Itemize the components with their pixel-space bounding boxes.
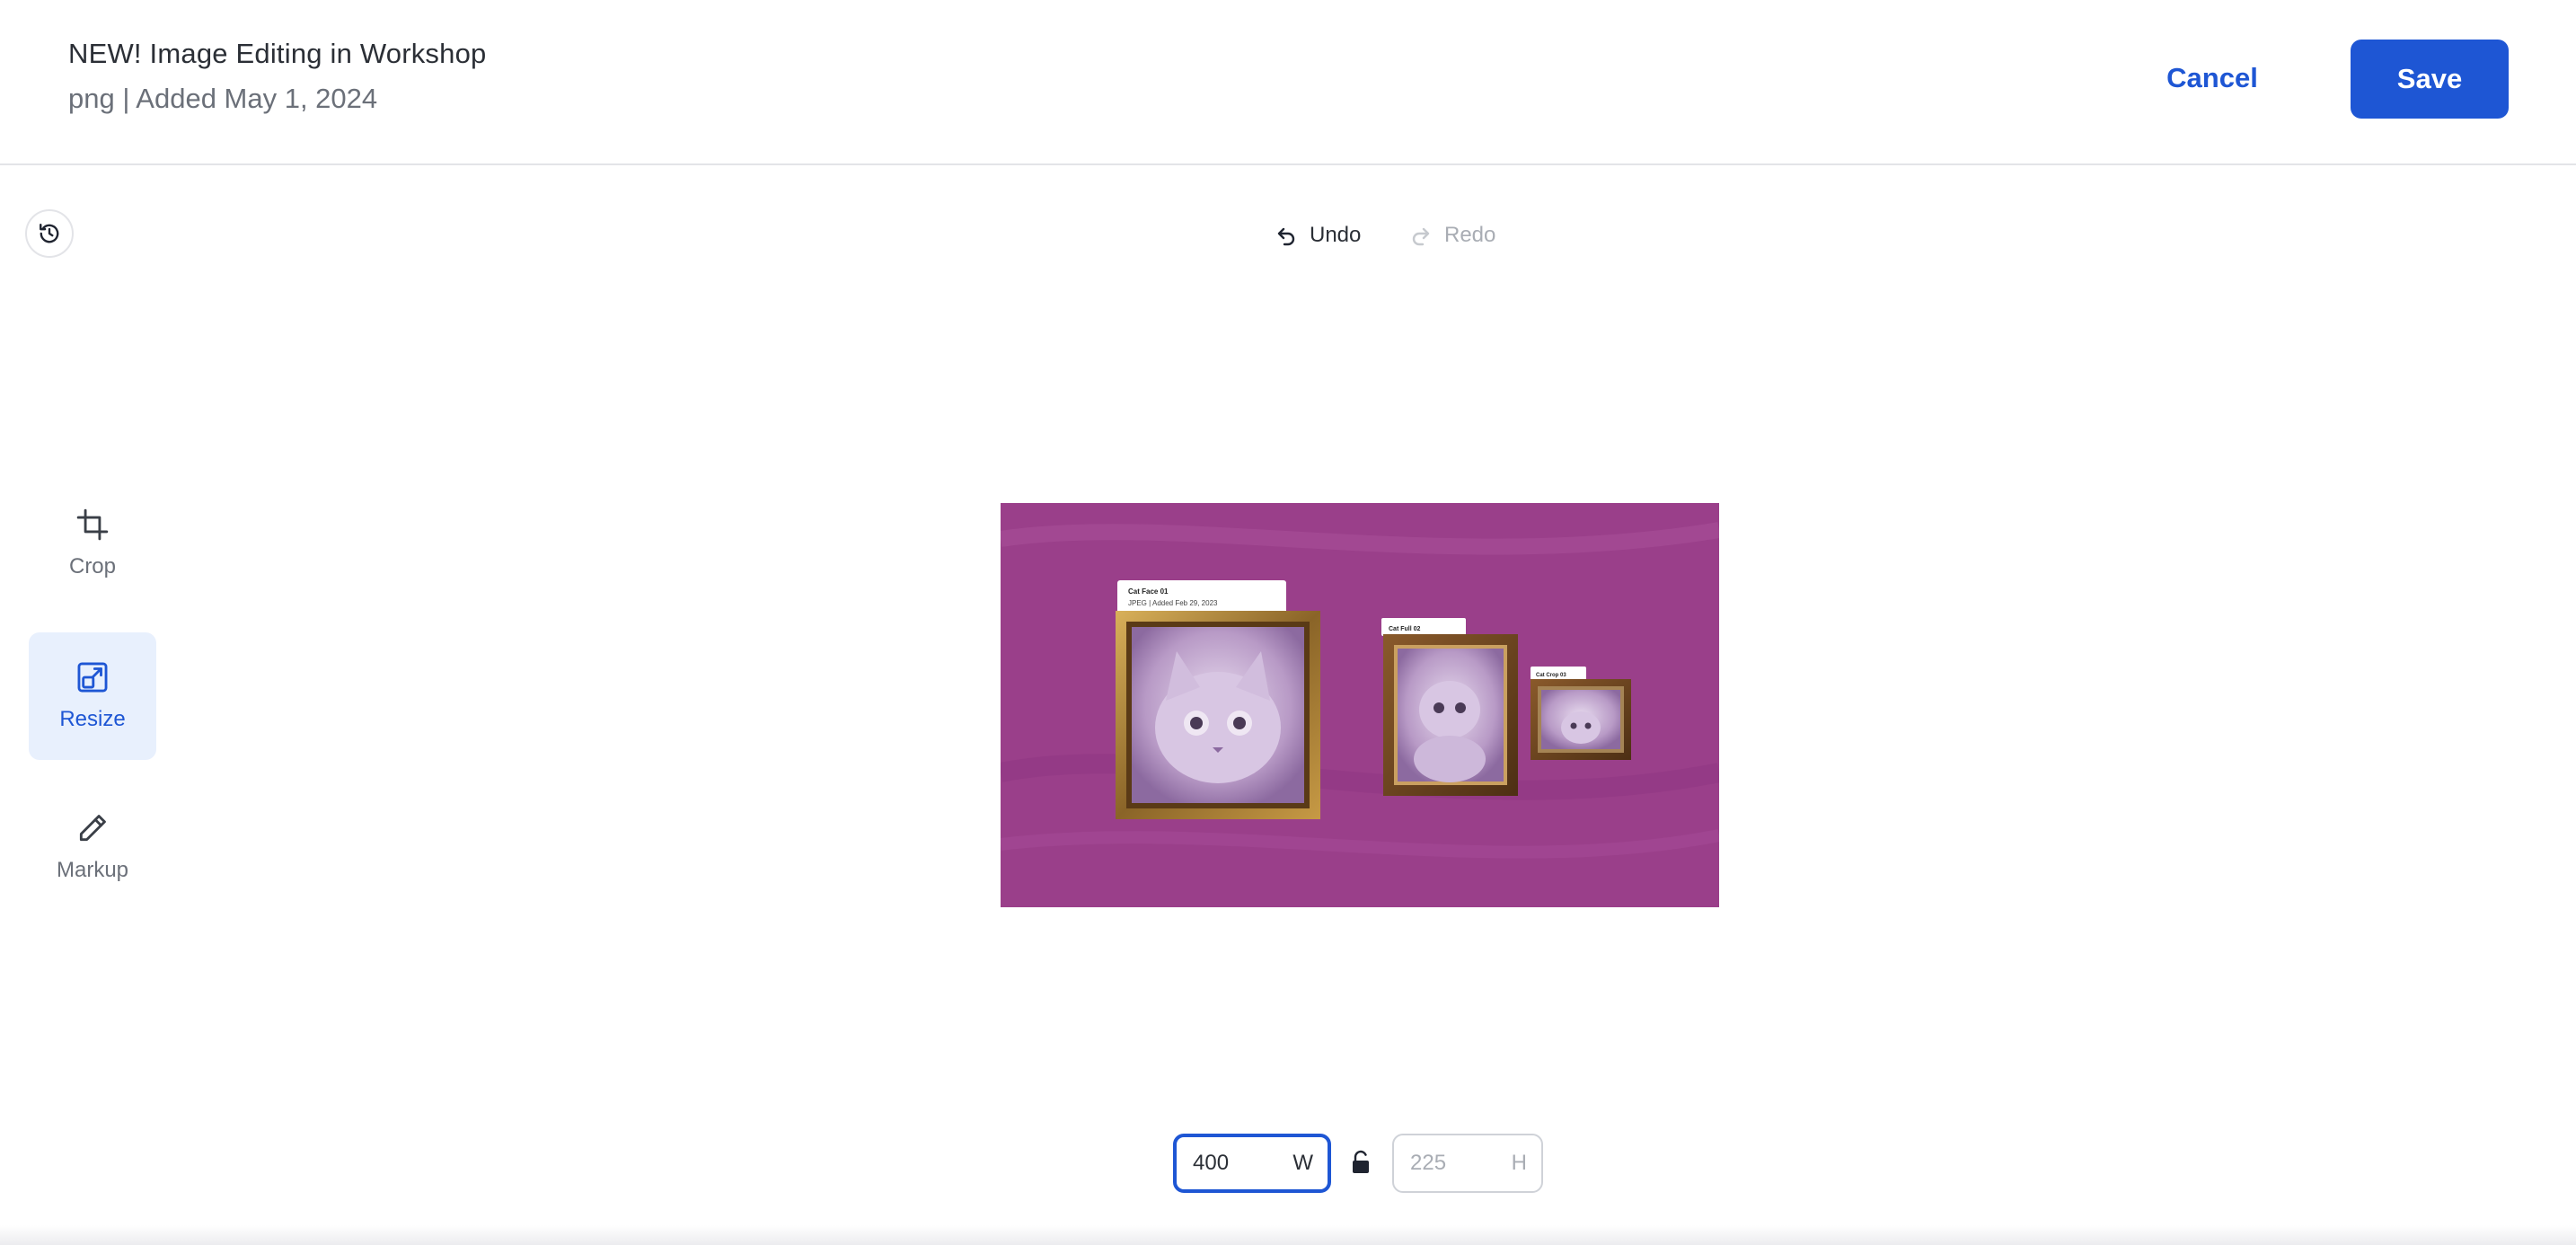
card1-meta: JPEG | Added Feb 29, 2023	[1128, 599, 1218, 607]
preview-card-2: Cat Full 02	[1381, 618, 1518, 796]
width-value: 400	[1193, 1151, 1230, 1175]
width-unit-label: W	[1292, 1151, 1313, 1175]
height-value: 225	[1410, 1151, 1447, 1175]
preview-card-3: Cat Crop 03	[1531, 667, 1631, 760]
undo-button[interactable]: Undo	[1275, 217, 1361, 253]
page-title: NEW! Image Editing in Workshop	[68, 38, 487, 69]
bottom-edge-shadow	[0, 1225, 2576, 1245]
pencil-icon	[79, 815, 106, 842]
unlock-icon	[1353, 1150, 1369, 1173]
tool-crop-label: Crop	[68, 554, 117, 578]
undo-icon	[1277, 227, 1295, 246]
save-button[interactable]: Save	[2351, 40, 2509, 119]
redo-label: Redo	[1444, 223, 1496, 247]
history-icon	[40, 224, 59, 243]
file-meta: png | Added May 1, 2024	[68, 83, 378, 114]
crop-icon	[76, 508, 109, 541]
card2-title: Cat Full 02	[1389, 626, 1421, 632]
undo-label: Undo	[1310, 223, 1362, 247]
redo-button[interactable]: Redo	[1410, 217, 1495, 253]
preview-card-1: Cat Face 01 JPEG | Added Feb 29, 2023	[1116, 580, 1320, 819]
height-unit-label: H	[1511, 1151, 1527, 1175]
tool-crop[interactable]: Crop	[29, 480, 156, 607]
card1-title: Cat Face 01	[1128, 587, 1169, 596]
cancel-button[interactable]: Cancel	[2156, 56, 2269, 101]
tool-resize[interactable]: Resize	[29, 632, 156, 760]
width-input[interactable]: 400 W	[1173, 1134, 1331, 1193]
preview-image: Cat Face 01 JPEG | Added Feb 29, 2023 Ca…	[1001, 503, 1719, 907]
image-canvas[interactable]: Cat Face 01 JPEG | Added Feb 29, 2023 Ca…	[1001, 503, 1719, 907]
image-editor: NEW! Image Editing in Workshop png | Add…	[0, 0, 2576, 1245]
card3-title: Cat Crop 03	[1536, 673, 1566, 678]
editor-header: NEW! Image Editing in Workshop png | Add…	[0, 0, 2576, 165]
history-button[interactable]	[25, 209, 74, 258]
redo-icon	[1412, 227, 1430, 246]
tool-resize-label: Resize	[59, 707, 126, 731]
tool-markup-label: Markup	[56, 858, 129, 882]
resize-icon	[77, 662, 108, 693]
aspect-lock-toggle[interactable]	[1347, 1146, 1374, 1179]
tool-markup[interactable]: Markup	[29, 783, 156, 911]
height-input[interactable]: 225 H	[1392, 1134, 1543, 1193]
